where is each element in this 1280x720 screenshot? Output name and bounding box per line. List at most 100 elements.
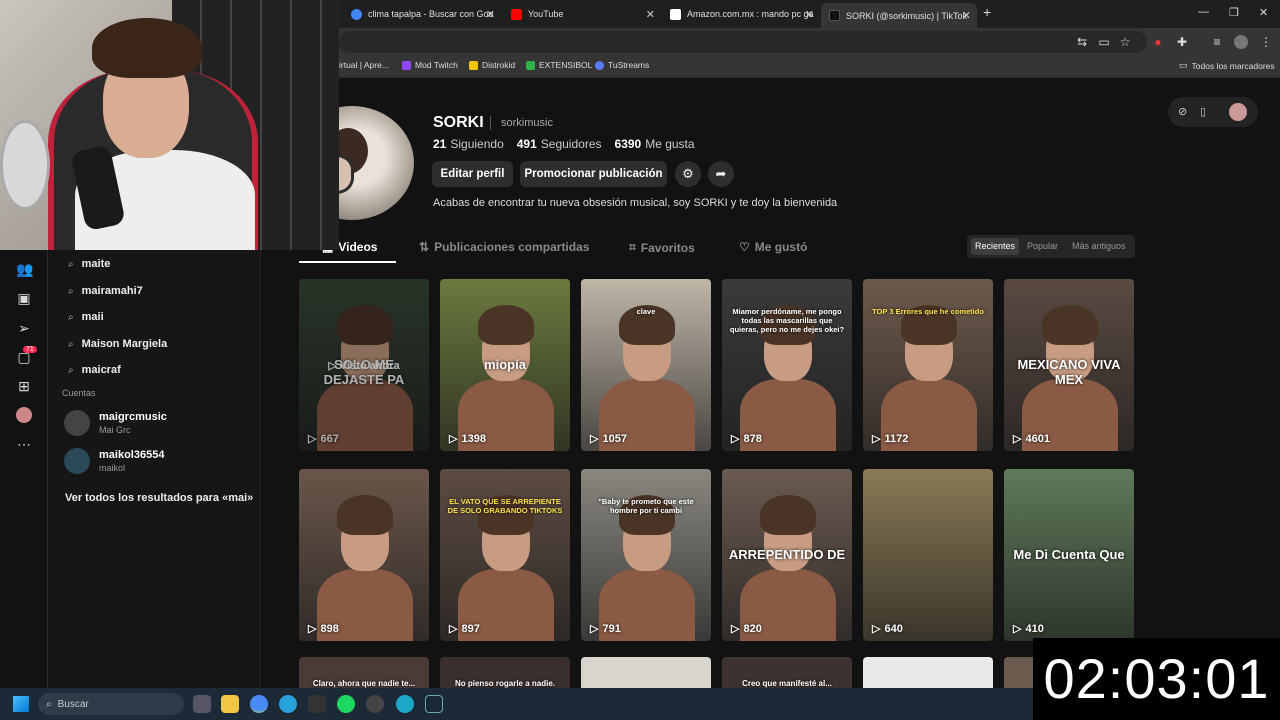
sort-oldest-button[interactable]: Más antiguos: [1068, 238, 1130, 255]
extension-icon[interactable]: ●: [1151, 35, 1165, 49]
extensibol-icon: [526, 60, 535, 70]
video-card[interactable]: EL VATO QUE SE ARREPIENTE DE SOLO GRABAN…: [440, 469, 570, 641]
inbox-send-icon[interactable]: ➢: [16, 320, 32, 336]
video-card[interactable]: "Baby te prometo que este hombre por ti …: [581, 469, 711, 641]
bookmark-item[interactable]: TuStreams: [595, 60, 649, 70]
search-suggestion[interactable]: ⌕ Maison Margiela: [68, 338, 167, 350]
search-suggestion[interactable]: ⌕ maii: [68, 311, 104, 323]
account-result[interactable]: maigrcmusic Mai Grc: [64, 410, 167, 436]
bookmark-item[interactable]: Distrokid: [469, 60, 515, 70]
new-tab-button[interactable]: +: [983, 4, 991, 20]
view-count: ▷ 410: [1013, 622, 1044, 636]
search-suggestion[interactable]: ⌕ maite: [68, 258, 110, 270]
bookmark-item[interactable]: irtual | Apre...: [339, 60, 389, 70]
video-card[interactable]: ▷ 898: [299, 469, 429, 641]
webcam-overlay: [0, 0, 339, 250]
video-card[interactable]: No pienso rogarle a nadie.: [440, 657, 570, 688]
following-stat[interactable]: 21 Siguiendo: [433, 137, 504, 151]
tab-liked[interactable]: ♡ Me gustó: [739, 240, 807, 254]
sort-recent-button[interactable]: Recientes: [971, 238, 1020, 255]
stream-timer: 02:03:01: [1033, 638, 1280, 720]
top-right-actions: ⊘ ▯: [1168, 97, 1258, 127]
taskbar-search[interactable]: ⌕ Buscar: [38, 693, 184, 715]
video-card[interactable]: TOP 3 Errores que he cometido ▷ 1172: [863, 279, 993, 451]
browser-tab[interactable]: clima tapalpa - Buscar con Goo ✕: [343, 3, 501, 25]
twitch-icon: [402, 60, 411, 70]
folder-icon: ▭: [1179, 60, 1188, 70]
minimize-button[interactable]: —: [1198, 6, 1209, 18]
video-card[interactable]: [581, 657, 711, 688]
name-divider: [490, 116, 491, 130]
extensions-puzzle-icon[interactable]: ✚: [1175, 35, 1189, 49]
browser-tab[interactable]: YouTube ✕: [503, 3, 661, 25]
task-view-icon[interactable]: [193, 695, 211, 713]
bookmark-item[interactable]: Mod Twitch: [402, 60, 458, 70]
settings-gear-icon[interactable]: ⚙: [675, 161, 701, 187]
video-card[interactable]: [863, 657, 993, 688]
video-card[interactable]: Me Di Cuenta Que ▷ 410: [1004, 469, 1134, 641]
spotify-icon[interactable]: [337, 695, 355, 713]
following-icon[interactable]: 👥: [16, 261, 33, 277]
video-caption: "Baby te prometo que este hombre por ti …: [598, 497, 694, 515]
watched-now-label: ▷ Visto ahora: [328, 360, 400, 372]
menu-dots-icon[interactable]: ⋮: [1259, 35, 1273, 49]
file-explorer-icon[interactable]: [221, 695, 239, 713]
view-count: ▷ 820: [731, 622, 762, 636]
close-window-button[interactable]: ✕: [1259, 6, 1268, 19]
close-tab-icon[interactable]: ✕: [805, 8, 814, 21]
search-suggestion[interactable]: ⌕ maicraf: [68, 364, 121, 376]
play-icon: ▷: [731, 433, 740, 445]
device-icon[interactable]: ▯: [1200, 105, 1206, 118]
account-result[interactable]: maikol36554 maikol: [64, 448, 164, 474]
video-card[interactable]: SOLO ME DEJASTE PA ▷ Visto ahora ▷ 667: [299, 279, 429, 451]
edge-icon[interactable]: [396, 695, 414, 713]
video-card[interactable]: Miamor perdóname, me pongo todas las mas…: [722, 279, 852, 451]
followers-stat[interactable]: 491 Seguidores: [517, 137, 602, 151]
live-icon[interactable]: ▣: [16, 290, 32, 306]
all-bookmarks-folder[interactable]: ▭ Todos los marcadores: [1179, 60, 1275, 71]
upload-icon[interactable]: ⊞: [16, 378, 32, 394]
maximize-button[interactable]: ❐: [1229, 6, 1239, 19]
video-card[interactable]: Claro, ahora que nadie te...: [299, 657, 429, 688]
more-icon[interactable]: ⋯: [16, 436, 32, 452]
edit-profile-button[interactable]: Editar perfil: [432, 161, 513, 187]
translate-icon[interactable]: ⇆: [1075, 35, 1089, 49]
sort-popular-button[interactable]: Popular: [1023, 238, 1062, 255]
obs-icon[interactable]: [366, 695, 384, 713]
telegram-icon[interactable]: [279, 695, 297, 713]
video-card[interactable]: clave ▷ 1057: [581, 279, 711, 451]
video-card[interactable]: MEXICANO VIVA MEX ▷ 4601: [1004, 279, 1134, 451]
tab-favorites[interactable]: ⌗ Favoritos: [629, 240, 695, 255]
video-card[interactable]: ARREPENTIDO DE ▷ 820: [722, 469, 852, 641]
profile-icon[interactable]: [16, 407, 32, 423]
address-bar[interactable]: [339, 31, 1147, 53]
profile-handle: sorkimusic: [501, 117, 553, 129]
steam-icon[interactable]: [425, 695, 443, 713]
bookmark-star-icon[interactable]: ☆: [1118, 35, 1132, 49]
promote-post-button[interactable]: Promocionar publicación: [520, 161, 667, 187]
view-count: ▷ 1398: [449, 432, 486, 446]
see-all-results-link[interactable]: Ver todos los resultados para «mai»: [65, 492, 253, 504]
close-tab-icon[interactable]: ✕: [962, 9, 971, 22]
video-card[interactable]: Creo que manifesté al...: [722, 657, 852, 688]
media-control-icon[interactable]: ≡: [1210, 35, 1224, 49]
bookmark-item[interactable]: EXTENSIBOL: [526, 60, 592, 70]
close-tab-icon[interactable]: ✕: [646, 8, 655, 21]
windows-start-icon[interactable]: [13, 696, 29, 712]
coins-icon[interactable]: ⊘: [1178, 105, 1187, 118]
share-icon[interactable]: ➦: [708, 161, 734, 187]
video-card[interactable]: miopía ▷ 1398: [440, 279, 570, 451]
video-card[interactable]: ▷ 640: [863, 469, 993, 641]
capcut-icon[interactable]: [308, 695, 326, 713]
close-tab-icon[interactable]: ✕: [486, 8, 495, 21]
profile-avatar-icon[interactable]: [1234, 35, 1248, 49]
tab-reposts[interactable]: ⇅ Publicaciones compartidas: [419, 240, 589, 254]
chrome-icon[interactable]: [250, 695, 268, 713]
browser-tab-active[interactable]: SORKI (@sorkimusic) | TikTok ✕: [821, 3, 977, 28]
search-suggestion[interactable]: ⌕ mairamahi7: [68, 285, 143, 297]
browser-tab[interactable]: Amazon.com.mx : mando pc ga ✕: [662, 3, 820, 25]
likes-stat: 6390 Me gusta: [614, 137, 695, 151]
cast-icon[interactable]: ▭: [1097, 35, 1111, 49]
play-icon: ▷: [308, 433, 317, 445]
user-avatar-icon[interactable]: [1229, 103, 1247, 121]
